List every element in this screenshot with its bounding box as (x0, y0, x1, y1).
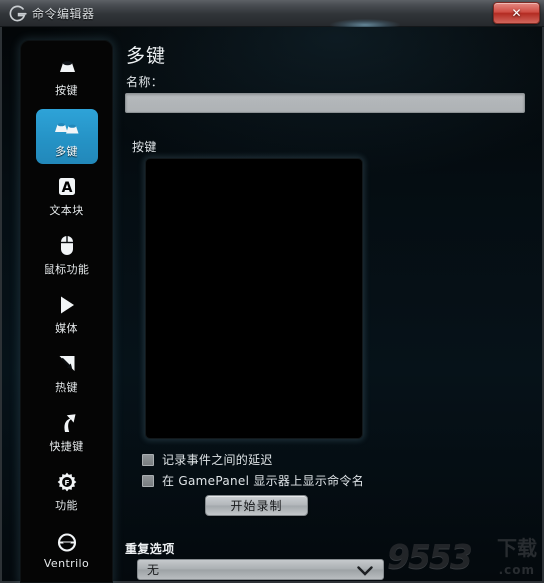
multi-key-icon (53, 115, 81, 141)
svg-text:F: F (64, 478, 69, 487)
sidebar-item-label: 鼠标功能 (43, 262, 90, 276)
window-title: 命令编辑器 (32, 7, 95, 21)
mouse-icon (57, 233, 77, 259)
single-key-icon (55, 54, 79, 80)
sidebar-item-ventrilo[interactable]: Ventrilo (36, 522, 98, 577)
window-body: 按键 多键 A 文本块 鼠标功能 媒体 热键 快捷键 F 功能 Ventrilo… (0, 27, 544, 583)
sidebar-item-key[interactable]: 按键 (36, 48, 98, 103)
name-label: 名称： (126, 75, 164, 89)
sidebar-item-multikey[interactable]: 多键 (35, 109, 98, 164)
checkbox-label: 记录事件之间的延迟 (162, 453, 273, 467)
chevron-down-icon (357, 566, 373, 576)
sidebar-item-label: Ventrilo (43, 557, 90, 570)
repeat-options-title: 重复选项 (125, 542, 175, 556)
keys-list-area[interactable] (145, 158, 363, 439)
hotkey-cursor-icon (56, 351, 78, 377)
close-button[interactable]: ✕ (493, 2, 540, 24)
checkbox-icon[interactable] (142, 453, 154, 466)
sidebar-item-label: 多键 (55, 144, 78, 158)
sidebar: 按键 多键 A 文本块 鼠标功能 媒体 热键 快捷键 F 功能 Ventrilo (20, 40, 113, 583)
title-bar: 命令编辑器 ✕ (0, 0, 544, 31)
sidebar-item-hotkey[interactable]: 热键 (36, 345, 98, 400)
command-editor-window: 命令编辑器 ✕ 按键 多键 A 文本块 鼠标功能 媒体 热键 快捷键 F 功能 … (0, 0, 544, 583)
sidebar-item-label: 文本块 (49, 203, 84, 217)
sidebar-item-label: 快捷键 (49, 439, 84, 453)
logitech-g-logo (9, 5, 27, 22)
text-block-icon: A (56, 174, 78, 200)
sidebar-item-mouse[interactable]: 鼠标功能 (36, 227, 98, 282)
ventrilo-icon (54, 529, 80, 555)
checkbox-row-show-on-gamepanel[interactable]: 在 GamePanel 显示器上显示命令名 (142, 472, 364, 489)
sidebar-item-media[interactable]: 媒体 (36, 286, 98, 341)
play-icon (56, 292, 78, 318)
start-recording-button[interactable]: 开始录制 (205, 495, 308, 516)
page-title: 多键 (126, 45, 167, 67)
sidebar-item-function[interactable]: F 功能 (36, 463, 98, 518)
keys-label: 按键 (132, 140, 157, 154)
checkbox-icon[interactable] (142, 474, 154, 487)
main-pane: 多键 名称： 按键 记录事件之间的延迟 在 GamePanel 显示器上显示命令… (122, 27, 542, 583)
checkbox-label: 在 GamePanel 显示器上显示命令名 (162, 474, 365, 488)
gear-f-icon: F (56, 469, 78, 495)
repeat-options-select[interactable]: 无 (137, 559, 384, 580)
sidebar-item-label: 媒体 (55, 321, 78, 335)
sidebar-item-shortcut[interactable]: 快捷键 (36, 404, 98, 459)
repeat-options-value: 无 (147, 563, 160, 577)
close-icon: ✕ (511, 6, 522, 20)
checkbox-row-record-delays[interactable]: 记录事件之间的延迟 (142, 451, 273, 468)
shortcut-arrow-icon (56, 410, 78, 436)
name-input[interactable] (125, 93, 525, 113)
svg-text:A: A (61, 180, 72, 196)
sidebar-item-label: 按键 (55, 83, 78, 97)
sidebar-item-textblock[interactable]: A 文本块 (36, 168, 98, 223)
sidebar-item-label: 热键 (55, 380, 78, 394)
sidebar-item-label: 功能 (55, 498, 78, 512)
